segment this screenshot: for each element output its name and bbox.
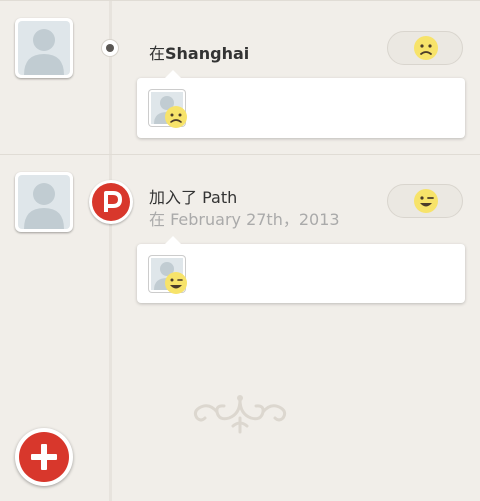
mood-button[interactable]: [387, 184, 463, 218]
path-logo-icon: [92, 183, 130, 221]
divider: [0, 154, 480, 155]
ornament-icon: [193, 395, 287, 434]
avatar[interactable]: [15, 172, 73, 232]
wink-face-icon: [165, 272, 187, 294]
sad-face-icon: [414, 36, 438, 60]
default-avatar-icon: [18, 21, 70, 75]
mood-button[interactable]: [387, 31, 463, 65]
sad-face-icon: [165, 106, 187, 128]
default-avatar-icon: [18, 175, 70, 229]
timeline-line: [109, 0, 112, 501]
path-badge: [89, 180, 133, 224]
moment-card[interactable]: [137, 70, 465, 138]
avatar-thumbnail: [149, 256, 187, 294]
moment-title: 在Shanghai: [149, 40, 249, 64]
wink-face-icon: [414, 189, 438, 213]
moment-title-place[interactable]: Shanghai: [165, 44, 249, 63]
plus-icon: [19, 432, 69, 482]
moment-title: 加入了 Path: [149, 188, 238, 207]
moment-subtitle: 在 February 27th，2013: [149, 210, 340, 229]
add-button[interactable]: [15, 428, 73, 486]
avatar-thumbnail: [149, 90, 187, 128]
moment-title-prefix: 在: [149, 44, 166, 63]
moment-card[interactable]: [137, 236, 465, 303]
timeline-dot: [102, 40, 118, 56]
card-arrow: [165, 70, 181, 78]
avatar[interactable]: [15, 18, 73, 78]
divider: [0, 0, 480, 1]
card-arrow: [165, 236, 181, 244]
